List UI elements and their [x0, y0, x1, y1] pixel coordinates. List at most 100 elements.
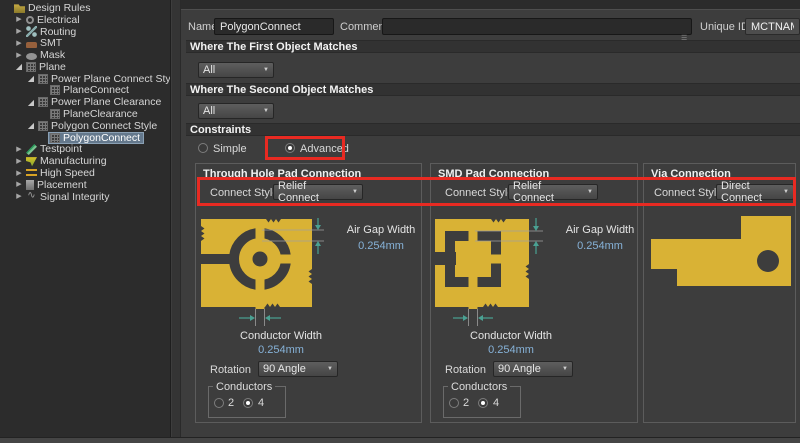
name-input[interactable] [214, 18, 334, 35]
first-match-section-header: Where The First Object Matches [186, 40, 800, 53]
conductor-width-label: Conductor Width [206, 330, 356, 342]
conductors-4-label[interactable]: 4 [258, 397, 264, 409]
unique-id-input[interactable] [745, 18, 800, 35]
chevron-down-icon: ▼ [582, 189, 593, 195]
tree-item-planeclearance[interactable]: PlaneClearance [0, 108, 170, 120]
polygon-connect-rule-editor: Design Rules ▶ Electrical ▶ Routing ▶ SMT ▶ Mask… [0, 0, 800, 443]
collapse-node-icon[interactable]: ◢ [26, 97, 36, 108]
air-gap-width-label: Air Gap Width [561, 224, 639, 236]
rule-icon [50, 109, 60, 119]
smd-rotation-select[interactable]: 90 Angle ▼ [493, 361, 573, 377]
plane-icon [26, 62, 36, 72]
conductor-width-value: 0.254mm [441, 344, 581, 356]
pad-hole [253, 252, 268, 267]
rule-icon [50, 133, 60, 143]
panel-title: SMD Pad Connection [438, 168, 549, 180]
expand-node-icon[interactable]: ▶ [14, 26, 24, 37]
unique-id-label: Unique ID [700, 21, 749, 33]
collapse-node-icon[interactable]: ◢ [26, 73, 36, 84]
tree-item-planeconnect[interactable]: PlaneConnect [0, 85, 170, 97]
connect-style-label: Connect Style [654, 187, 722, 199]
conductor-width-label: Conductor Width [441, 330, 581, 342]
tree-item-routing[interactable]: ▶ Routing [0, 26, 170, 38]
second-match-scope-value: All [203, 105, 215, 117]
tree-item-signal-integrity[interactable]: ▶Signal Integrity [0, 191, 170, 203]
tree-item-power-plane-connect-style[interactable]: ◢Power Plane Connect Style [0, 73, 170, 85]
tree-item-high-speed[interactable]: ▶ High Speed [0, 167, 170, 179]
tree-item-power-plane-clearance[interactable]: ◢ Power Plane Clearance [0, 96, 170, 108]
tree-item-polygonconnect[interactable]: PolygonConnect [0, 132, 170, 144]
manufacturing-icon [26, 156, 37, 167]
tree-item-label: Placement [37, 179, 87, 191]
tree-item-polygon-connect-style[interactable]: ◢ Polygon Connect Style [0, 120, 170, 132]
expand-node-icon[interactable]: ▶ [14, 38, 24, 49]
design-rules-folder-icon [14, 2, 25, 13]
connect-style-value: Relief Connect [513, 180, 582, 204]
tree-item-label: Manufacturing [40, 155, 107, 167]
tree-item-smt[interactable]: ▶ SMT [0, 37, 170, 49]
via-connect-style-select[interactable]: Direct Connect ▼ [716, 184, 794, 200]
expand-node-icon[interactable]: ▶ [14, 191, 24, 202]
tree-item-plane[interactable]: ◢Plane [0, 61, 170, 73]
simple-radio[interactable] [198, 143, 208, 153]
conductors-2-label[interactable]: 2 [228, 397, 234, 409]
chevron-down-icon: ▼ [347, 189, 358, 195]
tree-item-manufacturing[interactable]: ▶ Manufacturing [0, 155, 170, 167]
air-gap-width-value: 0.254mm [561, 240, 639, 252]
connect-style-value: Relief Connect [278, 180, 347, 204]
comment-label: Comment [340, 21, 388, 33]
conductors-group-label: Conductors [213, 381, 275, 393]
conductors-group-label: Conductors [448, 381, 510, 393]
chevron-down-icon: ▼ [557, 366, 568, 372]
conductors-2-radio[interactable] [214, 398, 224, 408]
arrow-down-icon [315, 225, 321, 230]
first-match-scope-select[interactable]: All ▼ [198, 62, 274, 78]
tree-item-label: Design Rules [28, 2, 90, 14]
horizontal-scrollbar[interactable] [0, 437, 800, 443]
expand-node-icon[interactable]: ▶ [14, 50, 24, 61]
smd-connect-style-select[interactable]: Relief Connect ▼ [508, 184, 598, 200]
conductors-4-radio[interactable] [478, 398, 488, 408]
through-hole-connect-style-select[interactable]: Relief Connect ▼ [273, 184, 363, 200]
rule-type-icon [38, 121, 48, 131]
rule-icon [50, 85, 60, 95]
rotation-value: 90 Angle [498, 363, 541, 375]
tree-item-design-rules[interactable]: Design Rules [0, 2, 170, 14]
through-hole-rotation-select[interactable]: 90 Angle ▼ [258, 361, 338, 377]
tree-item-label: High Speed [40, 167, 95, 179]
advanced-radio[interactable] [285, 143, 295, 153]
tree-item-label: Electrical [37, 14, 80, 26]
tree-item-label: Power Plane Clearance [51, 96, 161, 108]
routing-icon [26, 26, 37, 37]
expand-node-icon[interactable]: ▶ [14, 14, 24, 25]
conductor-width-value: 0.254mm [206, 344, 356, 356]
arrow-down-icon [533, 226, 539, 231]
comment-input[interactable] [382, 18, 692, 35]
expand-node-icon[interactable]: ▶ [14, 144, 24, 155]
tree-item-label: Routing [40, 26, 76, 38]
expand-node-icon[interactable]: ▶ [14, 168, 24, 179]
rule-editor-pane: Name Comment ☰ Unique ID Where The First… [181, 0, 800, 437]
tree-item-mask[interactable]: ▶ Mask [0, 49, 170, 61]
connect-style-label: Connect Style [445, 187, 513, 199]
tree-item-label: Mask [40, 49, 65, 61]
arrow-up-icon [315, 241, 321, 246]
tree-item-placement[interactable]: ▶ Placement [0, 179, 170, 191]
conductors-2-radio[interactable] [449, 398, 459, 408]
panel-title: Through Hole Pad Connection [203, 168, 361, 180]
second-match-scope-select[interactable]: All ▼ [198, 103, 274, 119]
conductors-4-radio[interactable] [243, 398, 253, 408]
tree-item-electrical[interactable]: ▶ Electrical [0, 14, 170, 26]
tree-item-testpoint[interactable]: ▶Testpoint [0, 144, 170, 156]
tree-item-label: SMT [40, 37, 62, 49]
smd-pad-connection-panel: SMD Pad Connection Connect Style Relief … [430, 163, 638, 423]
conductors-4-label[interactable]: 4 [493, 397, 499, 409]
conductors-2-label[interactable]: 2 [463, 397, 469, 409]
simple-radio-label[interactable]: Simple [213, 143, 247, 155]
collapse-node-icon[interactable]: ◢ [26, 120, 36, 131]
advanced-radio-label[interactable]: Advanced [300, 143, 349, 155]
expand-node-icon[interactable]: ▶ [14, 179, 24, 190]
tree-item-label: Polygon Connect Style [51, 120, 157, 132]
expand-node-icon[interactable]: ▶ [14, 156, 24, 167]
collapse-node-icon[interactable]: ◢ [14, 61, 24, 72]
